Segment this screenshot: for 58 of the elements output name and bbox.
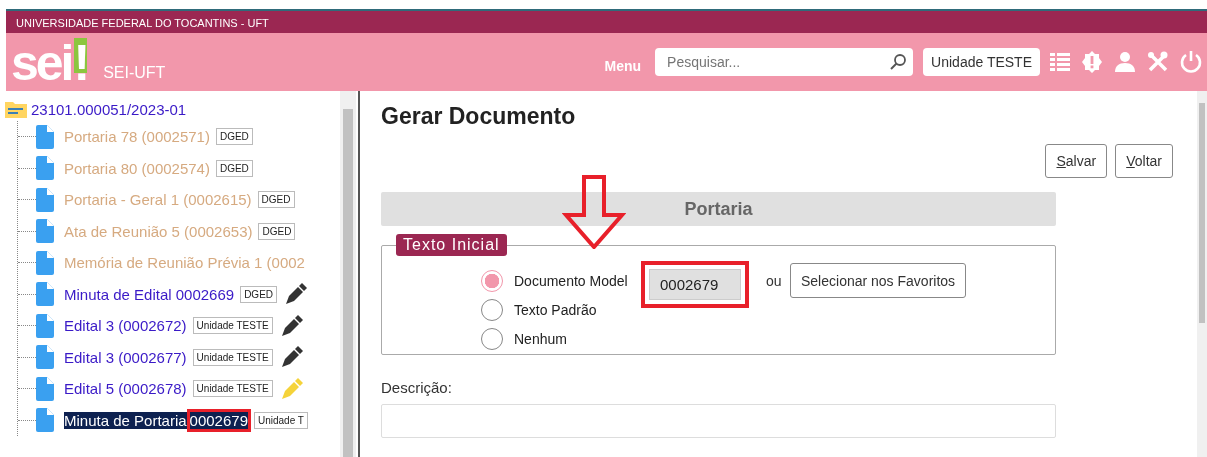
unit-tag: DGED <box>240 285 278 303</box>
institution-banner: UNIVERSIDADE FEDERAL DO TOCANTINS - UFT <box>6 11 1207 33</box>
group-legend: Texto Inicial <box>396 234 507 256</box>
radio-button[interactable] <box>481 298 503 321</box>
search-icon[interactable] <box>889 53 908 71</box>
unit-tag: Unidade T <box>254 411 308 429</box>
model-number-field[interactable]: 0002679 <box>649 269 741 300</box>
option-label: Nenhum <box>514 330 567 347</box>
option-label: Texto Padrão <box>514 301 597 318</box>
radio-button[interactable] <box>481 327 503 350</box>
unit-tag: DGED <box>215 128 253 146</box>
folder-icon[interactable] <box>5 100 27 118</box>
tools-icon[interactable] <box>1146 50 1170 74</box>
search-field[interactable]: Pesquisar... <box>655 48 914 76</box>
radio-button[interactable] <box>481 269 503 292</box>
unit-tag: Unidade TESTE <box>192 317 273 335</box>
favorites-button[interactable]: Selecionar nos Favoritos <box>790 263 967 298</box>
document-icon[interactable] <box>36 250 54 275</box>
document-link[interactable]: Minuta de Portaria 0002679 <box>64 411 248 429</box>
document-link[interactable]: Edital 3 (0002677) <box>64 348 187 366</box>
process-link[interactable]: 23101.000051/2023-01 <box>31 100 187 118</box>
document-icon[interactable] <box>36 376 54 401</box>
unit-button[interactable]: Unidade TESTE <box>923 48 1040 76</box>
power-icon[interactable] <box>1179 50 1203 74</box>
description-field[interactable] <box>381 404 1056 438</box>
system-name: SEI-UFT <box>103 64 166 82</box>
document-icon[interactable] <box>36 156 54 181</box>
scrollbar-thumb[interactable] <box>343 109 353 457</box>
list-icon[interactable] <box>1049 51 1071 73</box>
pen-icon[interactable] <box>280 314 303 337</box>
option-label: Documento Model <box>514 272 628 289</box>
unit-tag: DGED <box>257 191 295 209</box>
highlighted-number: 0002679 <box>189 411 248 429</box>
unit-tag: Unidade TESTE <box>192 348 273 366</box>
document-icon[interactable] <box>36 345 54 370</box>
unit-tag: Unidade TESTE <box>192 380 273 398</box>
document-link[interactable]: Minuta de Edital 0002669 <box>64 285 235 303</box>
document-icon[interactable] <box>36 219 54 244</box>
pen-icon[interactable] <box>285 283 308 306</box>
unit-tag: DGED <box>258 222 296 240</box>
document-link[interactable]: Edital 5 (0002678) <box>64 380 187 398</box>
document-icon[interactable] <box>36 124 54 149</box>
save-button[interactable]: Salvar <box>1045 144 1108 178</box>
section-header: Portaria <box>381 192 1056 226</box>
alert-icon[interactable] <box>1080 50 1104 74</box>
back-button[interactable]: Voltar <box>1115 144 1173 178</box>
pen-icon[interactable] <box>280 346 303 369</box>
document-link[interactable]: Edital 3 (0002672) <box>64 317 187 335</box>
page-title: Gerar Documento <box>381 103 577 130</box>
document-icon[interactable] <box>36 282 54 307</box>
description-label: Descrição: <box>381 379 453 396</box>
user-icon[interactable] <box>1113 50 1137 74</box>
scrollbar-thumb[interactable] <box>1199 103 1205 323</box>
document-icon[interactable] <box>36 313 54 338</box>
or-label: ou <box>766 272 782 289</box>
unit-tag: DGED <box>215 159 253 177</box>
document-icon[interactable] <box>36 187 54 212</box>
document-icon[interactable] <box>36 408 54 433</box>
